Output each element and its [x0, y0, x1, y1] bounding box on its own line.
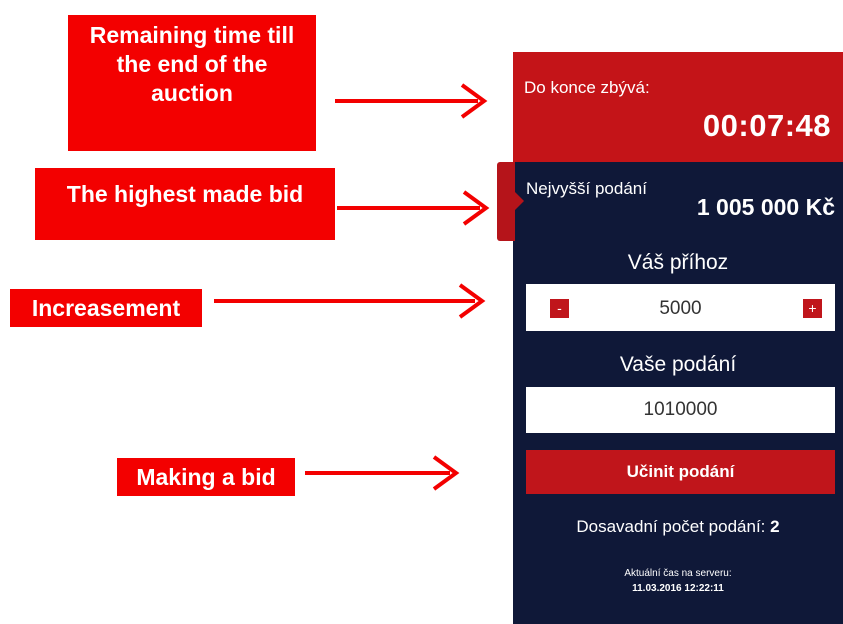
- server-time-value: 11.03.2016 12:22:11: [632, 583, 724, 594]
- bid-label: Vaše podání: [619, 353, 737, 376]
- bid-count: Dosavadní počet podání: 2: [513, 517, 843, 537]
- countdown-label: Do konce zbývá:: [524, 78, 650, 97]
- increment-input[interactable]: [576, 284, 785, 333]
- countdown-box: Do konce zbývá: 00:07:48: [513, 52, 843, 162]
- highest-bid-value: 1 005 000 Kč: [696, 194, 835, 220]
- auction-panel: Do konce zbývá: 00:07:48: [513, 52, 843, 624]
- bid-count-label: Dosavadní počet podání:: [576, 517, 766, 536]
- bid-count-value: 2: [770, 517, 780, 536]
- bid-amount-field[interactable]: 1010000: [526, 387, 835, 433]
- server-time-label: Aktuální čas na serveru:: [624, 568, 732, 579]
- highest-bid-marker: [497, 162, 524, 241]
- increment-button[interactable]: +: [803, 299, 822, 318]
- decrement-button[interactable]: -: [550, 299, 569, 318]
- increment-stepper: - +: [526, 284, 835, 333]
- server-time: Aktuální čas na serveru: 11.03.2016 12:2…: [513, 566, 843, 596]
- submit-bid-button[interactable]: Učinit podání: [526, 450, 835, 494]
- countdown-value: 00:07:48: [702, 108, 831, 143]
- highest-bid-label: Nejvyšší podání: [526, 179, 647, 198]
- increment-label: Váš příhoz: [627, 251, 729, 274]
